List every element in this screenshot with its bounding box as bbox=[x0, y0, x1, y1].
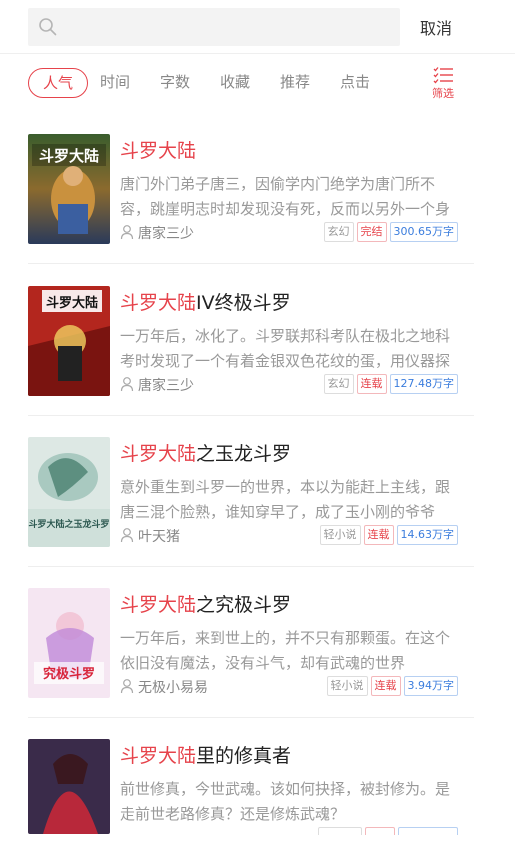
filter-label: 筛选 bbox=[432, 87, 454, 100]
cover-title: 究极斗罗 bbox=[43, 666, 95, 682]
book-meta: 唐家三少 玄幻 完结 300.65万字 bbox=[120, 222, 460, 242]
book-title[interactable]: 斗罗大陆里的修真者 bbox=[120, 741, 291, 768]
wordcount-badge: 14.63万字 bbox=[396, 525, 458, 545]
book-description: 意外重生到斗罗一的世界，本以为能赶上主线，跟唐三混个脸熟，谁知穿早了，成了玉小刚… bbox=[120, 478, 451, 521]
book-meta: 无极小易易 轻小说 连载 3.94万字 bbox=[120, 676, 460, 696]
genre-tag bbox=[318, 827, 362, 835]
divider bbox=[0, 53, 515, 54]
status-badge: 连载 bbox=[356, 374, 387, 394]
sort-tab-wordcount[interactable]: 字数 bbox=[160, 66, 190, 98]
wordcount-badge bbox=[398, 827, 458, 835]
book-author: 唐家三少 bbox=[138, 378, 194, 394]
wordcount-badge: 300.65万字 bbox=[389, 222, 458, 242]
list-item-book[interactable]: 究极斗罗 斗罗大陆之究极斗罗 一万年后，来到世上的，并不只有那颗蛋。在这个依旧没… bbox=[0, 588, 515, 738]
person-icon bbox=[120, 377, 134, 392]
divider bbox=[28, 263, 474, 264]
filter-list-icon bbox=[433, 67, 453, 84]
sort-tab-popularity[interactable]: 人气 bbox=[28, 68, 88, 98]
book-cover[interactable]: 斗罗大陆之玉龙斗罗 bbox=[28, 437, 110, 547]
cancel-button[interactable]: 取消 bbox=[420, 15, 452, 39]
status-badge: 连载 bbox=[363, 525, 394, 545]
list-item-book[interactable]: 斗罗大陆 斗罗大陆 唐门外门弟子唐三，因偷学内门绝学为唐门所不容，跳崖明志时却发… bbox=[0, 134, 515, 284]
book-description: 前世修真，今世武魂。该如何抉择，被封修为。是走前世老路修真？还是修炼武魂？ bbox=[120, 780, 451, 823]
cover-title: 斗罗大陆之玉龙斗罗 bbox=[28, 518, 109, 530]
divider bbox=[28, 566, 474, 567]
genre-tag: 轻小说 bbox=[319, 525, 361, 545]
book-author: 无极小易易 bbox=[138, 680, 208, 696]
status-badge bbox=[365, 827, 395, 835]
sort-tab-favorites[interactable]: 收藏 bbox=[220, 66, 250, 98]
cover-title: 斗罗大陆 bbox=[39, 147, 99, 165]
book-description: 唐门外门弟子唐三，因偷学内门绝学为唐门所不容，跳崖明志时却发现没有死，反而以另外… bbox=[120, 175, 451, 218]
list-item-book[interactable]: 斗罗大陆里的修真者 前世修真，今世武魂。该如何抉择，被封修为。是走前世老路修真？… bbox=[0, 739, 515, 853]
book-author: 叶天猪 bbox=[138, 529, 180, 545]
status-badge: 完结 bbox=[356, 222, 387, 242]
person-icon bbox=[120, 679, 134, 694]
genre-tag: 玄幻 bbox=[323, 222, 354, 242]
book-cover[interactable]: 斗罗大陆 bbox=[28, 134, 110, 244]
book-cover[interactable] bbox=[28, 739, 110, 834]
book-title[interactable]: 斗罗大陆IV终极斗罗 bbox=[120, 288, 291, 315]
book-cover[interactable]: 斗罗大陆 bbox=[28, 286, 110, 396]
divider bbox=[28, 415, 474, 416]
status-badge: 连载 bbox=[370, 676, 401, 696]
book-title[interactable]: 斗罗大陆之玉龙斗罗 bbox=[120, 439, 291, 466]
genre-tag: 玄幻 bbox=[323, 374, 354, 394]
filter-button[interactable]: 筛选 bbox=[428, 66, 458, 102]
sort-tab-time[interactable]: 时间 bbox=[100, 66, 130, 98]
book-title[interactable]: 斗罗大陆之究极斗罗 bbox=[120, 590, 291, 617]
cover-title: 斗罗大陆 bbox=[46, 295, 98, 311]
list-item-book[interactable]: 斗罗大陆之玉龙斗罗 斗罗大陆之玉龙斗罗 意外重生到斗罗一的世界，本以为能赶上主线… bbox=[0, 437, 515, 587]
book-meta bbox=[120, 827, 460, 835]
book-meta: 叶天猪 轻小说 连载 14.63万字 bbox=[120, 525, 460, 545]
book-description: 一万年后，来到世上的，并不只有那颗蛋。在这个依旧没有魔法，没有斗气，却有武魂的世… bbox=[120, 629, 451, 672]
book-meta: 唐家三少 玄幻 连载 127.48万字 bbox=[120, 374, 460, 394]
genre-tag: 轻小说 bbox=[326, 676, 368, 696]
book-author: 唐家三少 bbox=[138, 226, 194, 242]
person-icon bbox=[120, 528, 134, 543]
search-bar[interactable] bbox=[28, 8, 400, 46]
book-description: 一万年后，冰化了。斗罗联邦科考队在极北之地科考时发现了一个有着金银双色花纹的蛋，… bbox=[120, 327, 451, 370]
book-cover[interactable]: 究极斗罗 bbox=[28, 588, 110, 698]
wordcount-badge: 127.48万字 bbox=[389, 374, 458, 394]
wordcount-badge: 3.94万字 bbox=[403, 676, 458, 696]
search-icon bbox=[39, 18, 57, 36]
book-title[interactable]: 斗罗大陆 bbox=[120, 136, 196, 163]
sort-filter-bar: 人气 时间 字数 收藏 推荐 点击 筛选 bbox=[0, 66, 515, 102]
list-item-book[interactable]: 斗罗大陆 斗罗大陆IV终极斗罗 一万年后，冰化了。斗罗联邦科考队在极北之地科考时… bbox=[0, 286, 515, 436]
divider bbox=[28, 717, 474, 718]
sort-tab-clicks[interactable]: 点击 bbox=[340, 66, 370, 98]
person-icon bbox=[120, 225, 134, 240]
sort-tab-recommend[interactable]: 推荐 bbox=[280, 66, 310, 98]
